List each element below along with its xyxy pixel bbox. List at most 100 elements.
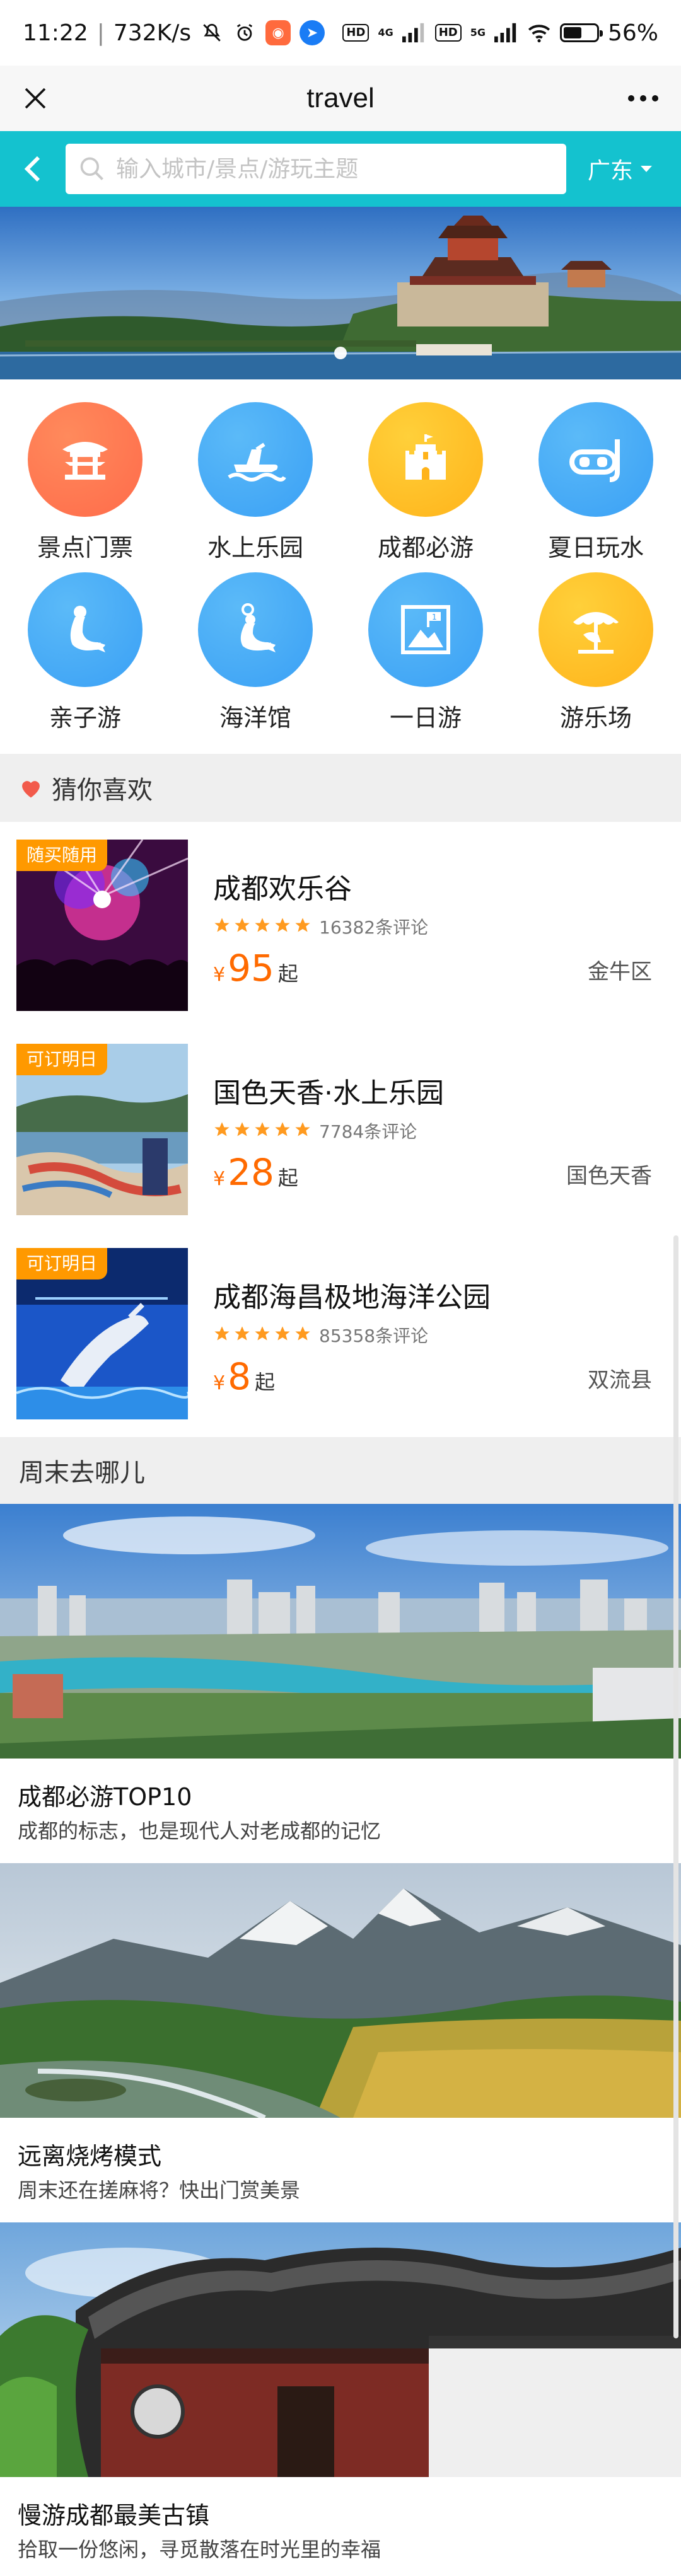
- seal-ball-icon: [198, 572, 313, 687]
- feature-card[interactable]: 慢游成都最美古镇 拾取一份悠闲，寻觅散落在时光里的幸福: [0, 2222, 681, 2576]
- section-title: 周末去哪儿: [19, 1458, 145, 1487]
- currency: ¥: [213, 1168, 226, 1190]
- page-title: travel: [306, 83, 375, 113]
- star-icon: [233, 1121, 251, 1141]
- district-label: 国色天香: [566, 1164, 652, 1189]
- recommendation-card[interactable]: 可订明日 国色天香·水上乐园 7784条评论 ¥28 起 国色天香: [0, 1026, 681, 1230]
- city-selector[interactable]: 广东: [588, 153, 653, 185]
- category-grid: 景点门票 水上乐园 成都必游 夏日玩水 亲子游 海洋馆 1 一日游 游乐场: [0, 379, 681, 754]
- category-item[interactable]: 游乐场: [511, 572, 681, 733]
- price: ¥28 起: [213, 1151, 298, 1194]
- back-button[interactable]: [0, 131, 66, 207]
- price-value: 8: [228, 1355, 251, 1398]
- category-label: 水上乐园: [207, 534, 303, 562]
- pavilion-icon: [28, 402, 143, 517]
- review-count: 16382条评论: [319, 917, 429, 938]
- banner-carousel[interactable]: [0, 207, 681, 379]
- feature-photo: [0, 1504, 681, 1759]
- back-arrow-icon: [24, 156, 40, 182]
- availability-badge: 可订明日: [16, 1248, 108, 1279]
- currency: ¥: [213, 1372, 226, 1394]
- star-icon: [274, 1121, 291, 1141]
- star-icon: [294, 1121, 311, 1141]
- price: ¥95 起: [213, 947, 298, 990]
- mute-icon: [200, 21, 224, 45]
- feature-title: 远离烧烤模式: [18, 2142, 162, 2170]
- category-item[interactable]: 海洋馆: [170, 572, 340, 733]
- weekend-header: 周末去哪儿: [0, 1437, 681, 1504]
- seal-icon: [28, 572, 143, 687]
- availability-badge: 随买随用: [16, 840, 108, 871]
- network-speed: 732K/s: [113, 20, 192, 46]
- category-item[interactable]: 1 一日游: [340, 572, 511, 733]
- price-suffix: 起: [277, 962, 298, 986]
- feature-subtitle: 成都的标志，也是现代人对老成都的记忆: [18, 1819, 381, 1843]
- feature-title: 慢游成都最美古镇: [18, 2502, 210, 2529]
- star-icon: [294, 1325, 311, 1345]
- star-icon: [274, 916, 291, 937]
- mountain-flag-icon: 1: [368, 572, 483, 687]
- network-type: 4G: [378, 26, 393, 38]
- alarm-icon: [233, 21, 257, 45]
- price-suffix: 起: [277, 1166, 298, 1190]
- battery-icon: [559, 23, 603, 42]
- review-count: 7784条评论: [319, 1121, 417, 1142]
- network-type: 5G: [470, 26, 486, 38]
- banner-dot-active: [334, 347, 347, 359]
- category-item[interactable]: 成都必游: [340, 402, 511, 563]
- caret-down-icon: [641, 166, 653, 172]
- price: ¥8 起: [213, 1355, 275, 1398]
- wifi-icon: [527, 21, 551, 45]
- price-suffix: 起: [255, 1370, 276, 1394]
- category-item[interactable]: 景点门票: [0, 402, 170, 563]
- signal-icon: [402, 21, 426, 45]
- star-icon: [233, 1325, 251, 1345]
- guess-you-like-header: 猜你喜欢: [0, 754, 681, 822]
- feature-subtitle: 拾取一份悠闲，寻觅散落在时光里的幸福: [18, 2538, 381, 2562]
- heart-icon: [19, 777, 43, 799]
- attraction-name: 成都海昌极地海洋公园: [213, 1281, 491, 1314]
- hd-badge: HD: [434, 24, 462, 42]
- more-icon: [628, 95, 658, 101]
- category-label: 一日游: [389, 704, 462, 732]
- category-item[interactable]: 水上乐园: [170, 402, 340, 563]
- city-label: 广东: [588, 158, 634, 184]
- review-count: 85358条评论: [319, 1326, 429, 1346]
- recommendation-card[interactable]: 可订明日成都海昌极地海洋公园 85358条评论 ¥8 起 双流县: [0, 1230, 681, 1435]
- attraction-name: 成都欢乐谷: [213, 873, 352, 905]
- search-icon: [80, 157, 103, 180]
- attraction-name: 国色天香·水上乐园: [213, 1077, 444, 1109]
- feature-card[interactable]: 远离烧烤模式 周末还在搓麻将？快出门赏美景: [0, 1863, 681, 2222]
- category-label: 景点门票: [37, 534, 133, 562]
- category-label: 亲子游: [49, 704, 121, 732]
- carousel-icon: [538, 572, 653, 687]
- app-notification-icon: ➤: [300, 20, 325, 45]
- scrollbar[interactable]: [673, 1235, 678, 2338]
- category-item[interactable]: 夏日玩水: [511, 402, 681, 563]
- recommendation-card[interactable]: 随买随用 成都欢乐谷 16382条评论 ¥95 起 金牛区: [0, 822, 681, 1026]
- star-icon: [294, 916, 311, 937]
- feature-card[interactable]: 成都必游TOP10 成都的标志，也是现代人对老成都的记忆: [0, 1504, 681, 1863]
- search-input[interactable]: [116, 156, 545, 182]
- district-label: 双流县: [588, 1368, 652, 1393]
- star-icon: [213, 1325, 231, 1345]
- feature-subtitle: 周末还在搓麻将？快出门赏美景: [18, 2178, 301, 2202]
- castle-icon: [368, 402, 483, 517]
- category-label: 海洋馆: [219, 704, 291, 732]
- rating-stars: 85358条评论: [213, 1322, 428, 1348]
- search-box[interactable]: [66, 144, 566, 194]
- more-button[interactable]: [623, 81, 663, 116]
- feature-photo: [0, 1863, 681, 2118]
- banner-pagination: [0, 347, 681, 359]
- star-icon: [253, 1325, 271, 1345]
- currency: ¥: [213, 964, 226, 986]
- star-icon: [274, 1325, 291, 1345]
- title-bar: travel: [0, 66, 681, 131]
- snorkel-mask-icon: [538, 402, 653, 517]
- close-button[interactable]: [18, 81, 53, 116]
- price-value: 28: [228, 1151, 274, 1194]
- feature-photo: [0, 2222, 681, 2477]
- rating-stars: 7784条评论: [213, 1118, 417, 1143]
- category-item[interactable]: 亲子游: [0, 572, 170, 733]
- price-value: 95: [228, 947, 274, 990]
